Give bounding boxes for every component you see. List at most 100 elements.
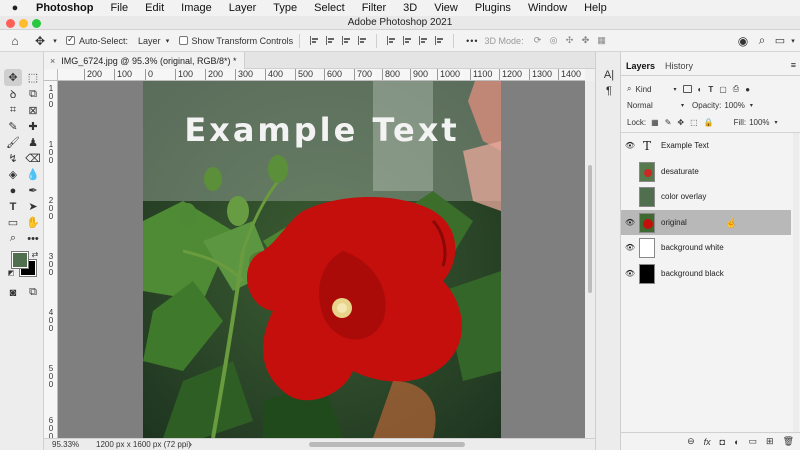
minimize-window-button[interactable] (19, 19, 28, 28)
menu-file[interactable]: File (110, 2, 128, 14)
type-tool-icon[interactable]: T (4, 198, 22, 215)
layer-row-background-white[interactable]: 👁 background white (621, 235, 791, 260)
workspace-icon[interactable]: ▭ (773, 34, 787, 47)
paragraph-panel-icon[interactable]: ¶ (600, 82, 618, 99)
menu-photoshop[interactable]: Photoshop (36, 2, 93, 14)
layer-row-original[interactable]: 👁 original ☝ (621, 210, 791, 235)
fx-icon[interactable]: fx (704, 437, 711, 447)
align-top-icon[interactable] (387, 36, 396, 45)
path-selection-icon[interactable]: ➤ (24, 198, 42, 215)
canvas-area[interactable]: Example Text (58, 81, 585, 438)
status-menu-arrow[interactable]: › (189, 439, 192, 449)
close-tab-icon[interactable]: × (50, 56, 55, 66)
align-bottom-icon[interactable] (419, 36, 428, 45)
healing-brush-icon[interactable]: ✚ (24, 118, 42, 135)
distribute-vertical-icon[interactable] (435, 36, 444, 45)
adjustment-icon[interactable]: ◐ (734, 437, 739, 447)
chevron-down-icon[interactable]: ▾ (50, 37, 60, 45)
chevron-down-icon[interactable]: ▾ (788, 37, 798, 45)
show-transform-checkbox[interactable] (178, 36, 192, 45)
blend-mode-dropdown[interactable]: Normal (627, 101, 681, 110)
auto-select-checkbox[interactable] (66, 34, 79, 45)
chevron-down-icon[interactable]: ▾ (750, 102, 753, 109)
object-selection-icon[interactable]: ⧉ (24, 86, 42, 103)
layer-row-example-text[interactable]: 👁 T Example Text (621, 133, 791, 158)
roll-3d-icon[interactable]: ◎ (546, 35, 562, 46)
move-tool-preset-icon[interactable]: ✥ (30, 34, 50, 48)
layer-row-desaturate[interactable]: desaturate (621, 159, 791, 184)
eraser-icon[interactable]: ⌫ (24, 150, 42, 167)
lock-artboard-icon[interactable]: ⬚ (690, 118, 698, 127)
menu-image[interactable]: Image (181, 2, 212, 14)
more-tools-icon[interactable]: ••• (24, 230, 42, 247)
clone-stamp-icon[interactable]: ♟ (24, 134, 42, 151)
lock-pixels-icon[interactable]: ✎ (665, 118, 672, 127)
new-layer-icon[interactable]: ⊞ (766, 436, 774, 447)
align-left-icon[interactable] (310, 36, 319, 45)
hibiscus-photo[interactable]: Example Text (143, 81, 501, 438)
apple-menu-icon[interactable]: ● (8, 2, 22, 14)
align-middle-icon[interactable] (403, 36, 412, 45)
align-right-icon[interactable] (342, 36, 351, 45)
menu-filter[interactable]: Filter (362, 2, 386, 14)
horizontal-scroll-thumb[interactable] (309, 442, 465, 447)
pen-tool-icon[interactable]: ✒ (24, 182, 42, 199)
move-tool-icon[interactable]: ✥ (4, 69, 22, 86)
lock-all-icon[interactable]: 🔒 (704, 118, 714, 127)
default-colors-icon[interactable]: ◩ (6, 268, 16, 278)
menu-edit[interactable]: Edit (145, 2, 164, 14)
overlay-text-layer[interactable]: Example Text (143, 111, 501, 149)
tab-layers[interactable]: Layers (621, 61, 660, 75)
foreground-color-swatch[interactable] (11, 251, 29, 269)
close-window-button[interactable] (6, 19, 15, 28)
horizontal-ruler[interactable]: 200 100 0 100 200 300 400 500 600 700 80… (58, 69, 585, 81)
lasso-tool-icon[interactable]: ꝺ (4, 86, 22, 103)
menu-help[interactable]: Help (584, 2, 607, 14)
distribute-horizontal-icon[interactable] (358, 36, 367, 45)
trash-icon[interactable]: 🗑 (783, 436, 794, 447)
menu-view[interactable]: View (434, 2, 458, 14)
visibility-eye-icon[interactable]: 👁 (621, 269, 639, 278)
history-brush-icon[interactable]: ↯ (4, 150, 22, 167)
align-center-icon[interactable] (326, 36, 335, 45)
search-icon[interactable]: ⌕ (755, 33, 769, 48)
slide-3d-icon[interactable]: ✤ (578, 35, 594, 46)
home-icon[interactable]: ⌂ (0, 34, 30, 48)
zoom-level[interactable]: 95.33% (52, 440, 79, 449)
layer-row-background-black[interactable]: 👁 background black (621, 261, 791, 286)
character-panel-icon[interactable]: A| (600, 66, 618, 83)
menu-type[interactable]: Type (273, 2, 297, 14)
vertical-ruler[interactable]: 1 0 0 1 0 0 2 0 0 3 0 0 4 0 0 5 0 0 6 0 … (44, 81, 58, 438)
opacity-value[interactable]: 100% (724, 101, 744, 110)
frame-tool-icon[interactable]: ⊠ (24, 102, 42, 119)
menu-layer[interactable]: Layer (229, 2, 257, 14)
link-icon[interactable]: ⊖ (687, 436, 695, 447)
group-icon[interactable]: ▭ (749, 436, 758, 447)
fill-value[interactable]: 100% (749, 118, 769, 127)
scale-3d-icon[interactable]: ▦ (594, 35, 610, 46)
rectangle-tool-icon[interactable]: ▭ (4, 214, 22, 231)
ruler-origin[interactable] (44, 69, 58, 81)
zoom-window-button[interactable] (32, 19, 41, 28)
menu-window[interactable]: Window (528, 2, 567, 14)
orbit-3d-icon[interactable]: ⟳ (530, 35, 546, 46)
brush-tool-icon[interactable]: 🖌 (4, 134, 22, 151)
pan-3d-icon[interactable]: ✣ (562, 35, 578, 46)
menu-plugins[interactable]: Plugins (475, 2, 511, 14)
adjustment-filter-icon[interactable]: ◐ (698, 85, 703, 94)
document-tab[interactable]: × IMG_6724.jpg @ 95.3% (original, RGB/8*… (44, 52, 246, 69)
filter-toggle-icon[interactable]: ● (745, 85, 750, 94)
chevron-down-icon[interactable]: ▾ (681, 102, 684, 109)
vertical-scrollbar[interactable] (585, 81, 595, 438)
smart-object-filter-icon[interactable]: ⎙ (733, 84, 739, 94)
visibility-eye-icon[interactable]: 👁 (621, 243, 639, 252)
more-options-button[interactable]: ••• (466, 36, 478, 46)
artboard-tool-icon[interactable]: ⬚ (24, 69, 42, 86)
menu-3d[interactable]: 3D (403, 2, 417, 14)
chevron-down-icon[interactable]: ▾ (673, 86, 676, 93)
visibility-eye-icon[interactable]: 👁 (621, 218, 639, 227)
shape-filter-icon[interactable]: ▢ (719, 85, 727, 94)
menu-select[interactable]: Select (314, 2, 345, 14)
pixel-filter-icon[interactable] (682, 85, 692, 93)
panel-menu-icon[interactable]: ≡ (791, 60, 796, 70)
